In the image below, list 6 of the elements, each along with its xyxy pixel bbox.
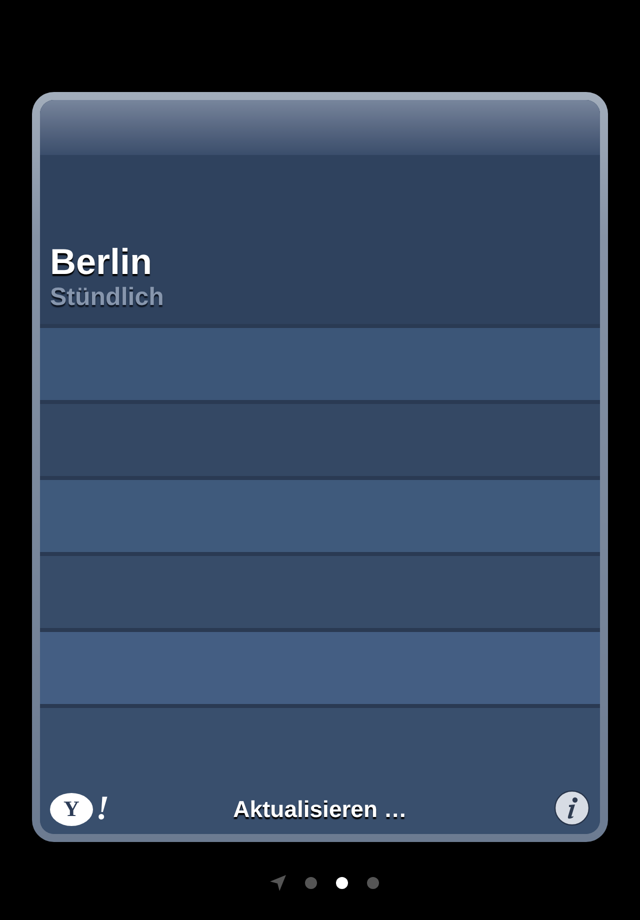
status-text: Aktualisieren …: [233, 795, 407, 824]
forecast-mode: Stündlich: [50, 282, 164, 312]
city-name: Berlin: [50, 242, 152, 282]
location-arrow-icon[interactable]: [270, 875, 286, 891]
info-icon: [554, 790, 590, 826]
info-button[interactable]: [554, 790, 590, 826]
